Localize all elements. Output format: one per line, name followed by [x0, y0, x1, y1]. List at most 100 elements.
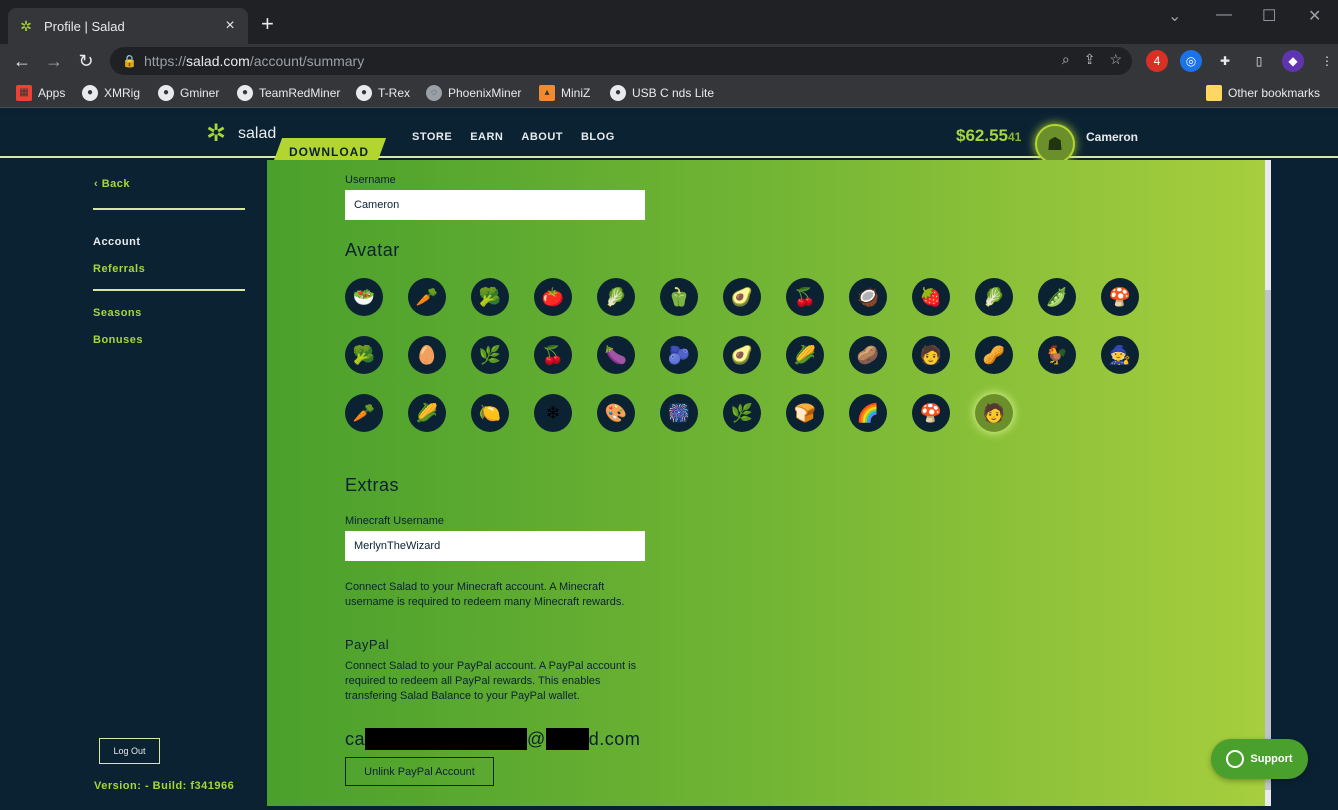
username-input[interactable] — [345, 190, 645, 220]
avatar-option[interactable]: 🌽 — [786, 336, 824, 374]
extension-badge-icon[interactable]: 4 — [1146, 50, 1168, 72]
extension-icon[interactable]: ◎ — [1180, 50, 1202, 72]
logout-button[interactable]: Log Out — [99, 738, 160, 764]
avatar-option[interactable]: 🌈 — [849, 394, 887, 432]
avatar-option[interactable]: 🍋 — [471, 394, 509, 432]
avatar-option[interactable]: 🥬 — [975, 278, 1013, 316]
nav-earn[interactable]: EARN — [470, 131, 503, 143]
bookmark-teamredminer[interactable]: ● TeamRedMiner — [237, 85, 340, 101]
sidebar: ‹ Back Account Referrals Seasons Bonuses… — [0, 160, 267, 810]
new-tab-icon[interactable]: + — [261, 13, 274, 35]
avatar-option[interactable]: 🌿 — [471, 336, 509, 374]
close-tab-icon[interactable]: × — [222, 17, 238, 35]
sidebar-item-referrals[interactable]: Referrals — [93, 263, 145, 275]
puzzle-icon[interactable]: ✚ — [1214, 50, 1236, 72]
unlink-paypal-button[interactable]: Unlink PayPal Account — [345, 757, 494, 786]
avatar-option[interactable]: 🍒 — [534, 336, 572, 374]
minimize-icon[interactable]: — — [1216, 6, 1232, 24]
avatar-heading: Avatar — [345, 240, 400, 260]
divider — [93, 208, 245, 210]
avatar-option[interactable]: 🐓 — [1038, 336, 1076, 374]
avatar-option[interactable]: 🥗 — [345, 278, 383, 316]
back-arrow-icon[interactable]: ← — [10, 49, 34, 73]
github-icon: ● — [237, 85, 253, 101]
github-icon: ● — [356, 85, 372, 101]
avatar-option[interactable]: 🧑 — [912, 336, 950, 374]
avatar-option[interactable]: 🍒 — [786, 278, 824, 316]
github-icon: ● — [82, 85, 98, 101]
avatar-option[interactable]: 🥚 — [408, 336, 446, 374]
avatar-option[interactable]: 🥬 — [597, 278, 635, 316]
user-avatar[interactable]: ☗ — [1035, 124, 1075, 164]
bookmark-trex[interactable]: ● T-Rex — [356, 85, 410, 101]
bookmark-phoenixminer[interactable]: ◌ PhoenixMiner — [426, 85, 521, 101]
menu-icon[interactable]: ⋮ — [1316, 50, 1338, 72]
avatar-option[interactable]: 🥑 — [723, 336, 761, 374]
avatar-option[interactable]: 🧙 — [1101, 336, 1139, 374]
salad-favicon-icon: ✲ — [20, 18, 32, 34]
header-username[interactable]: Cameron — [1086, 130, 1138, 144]
avatar-option[interactable]: 🥥 — [849, 278, 887, 316]
redaction-bar — [365, 728, 528, 750]
profile-icon[interactable]: ◆ — [1282, 50, 1304, 72]
bookmark-apps[interactable]: ▦ Apps — [16, 85, 65, 101]
other-bookmarks[interactable]: Other bookmarks — [1206, 85, 1320, 101]
avatar-option[interactable]: 🍆 — [597, 336, 635, 374]
avatar-option[interactable]: 🥑 — [723, 278, 761, 316]
avatar-option[interactable]: 🥦 — [345, 336, 383, 374]
avatar-option[interactable]: ❄ — [534, 394, 572, 432]
avatar-option[interactable]: 🥜 — [975, 336, 1013, 374]
avatar-option[interactable]: 🥔 — [849, 336, 887, 374]
username-label: Username — [345, 174, 396, 186]
profile-panel — [267, 160, 1267, 806]
bookmark-miniz[interactable]: ▴ MiniZ — [539, 85, 590, 101]
maximize-icon[interactable]: ☐ — [1262, 6, 1276, 26]
nav-about[interactable]: ABOUT — [521, 131, 563, 143]
avatar-option[interactable]: 🥦 — [471, 278, 509, 316]
bookmark-xmrig[interactable]: ● XMRig — [82, 85, 140, 101]
avatar-option[interactable]: 🧑 — [975, 394, 1013, 432]
bookmark-usb[interactable]: ● USB C nds Lite — [610, 85, 714, 101]
scrollbar-thumb[interactable] — [1265, 290, 1271, 790]
zoom-icon[interactable]: ⌕ — [1062, 51, 1070, 68]
bookmark-gminer[interactable]: ● Gminer — [158, 85, 219, 101]
salad-logo[interactable]: ✲ salad — [200, 118, 276, 150]
avatar-option[interactable]: 🍄 — [1101, 278, 1139, 316]
browser-toolbar: ← → ↻ 🔒 https://salad.com/account/summar… — [0, 44, 1338, 78]
sidebar-item-bonuses[interactable]: Bonuses — [93, 334, 143, 346]
star-icon[interactable]: ☆ — [1109, 51, 1122, 68]
avatar-option[interactable]: 🫑 — [660, 278, 698, 316]
browser-tab[interactable]: ✲ Profile | Salad × — [8, 8, 248, 44]
avatar-option[interactable]: 🎨 — [597, 394, 635, 432]
sidebar-item-seasons[interactable]: Seasons — [93, 307, 142, 319]
nav-store[interactable]: STORE — [412, 131, 452, 143]
redaction-bar — [545, 728, 589, 750]
avatar-option[interactable]: 🍄 — [912, 394, 950, 432]
reload-icon[interactable]: ↻ — [74, 49, 98, 73]
address-bar[interactable]: 🔒 https://salad.com/account/summary ⌕ ⇪ … — [110, 47, 1132, 75]
globe-icon: ◌ — [426, 85, 442, 101]
avatar-option[interactable]: 🎆 — [660, 394, 698, 432]
avatar-option[interactable]: 🫐 — [660, 336, 698, 374]
lock-icon: 🔒 — [122, 54, 137, 68]
avatar-option[interactable]: 🌽 — [408, 394, 446, 432]
share-icon[interactable]: ⇪ — [1084, 51, 1096, 68]
forward-arrow-icon[interactable]: → — [42, 49, 66, 73]
balance[interactable]: $62.5541 — [956, 126, 1021, 146]
back-link[interactable]: ‹ Back — [94, 178, 130, 190]
avatar-option[interactable]: 🍅 — [534, 278, 572, 316]
side-panel-icon[interactable]: ▯ — [1248, 50, 1270, 72]
avatar-option[interactable]: 🫛 — [1038, 278, 1076, 316]
avatar-option[interactable]: 🍞 — [786, 394, 824, 432]
chevron-down-icon[interactable]: ⌄ — [1168, 6, 1181, 26]
minecraft-username-input[interactable] — [345, 531, 645, 561]
avatar-option[interactable]: 🍓 — [912, 278, 950, 316]
support-button[interactable]: Support — [1211, 739, 1308, 779]
avatar-option[interactable]: 🥕 — [408, 278, 446, 316]
avatar-option[interactable]: 🥕 — [345, 394, 383, 432]
nav-blog[interactable]: BLOG — [581, 131, 615, 143]
close-window-icon[interactable]: ✕ — [1308, 6, 1321, 26]
github-icon: ● — [158, 85, 174, 101]
avatar-option[interactable]: 🌿 — [723, 394, 761, 432]
sidebar-item-account[interactable]: Account — [93, 236, 141, 248]
